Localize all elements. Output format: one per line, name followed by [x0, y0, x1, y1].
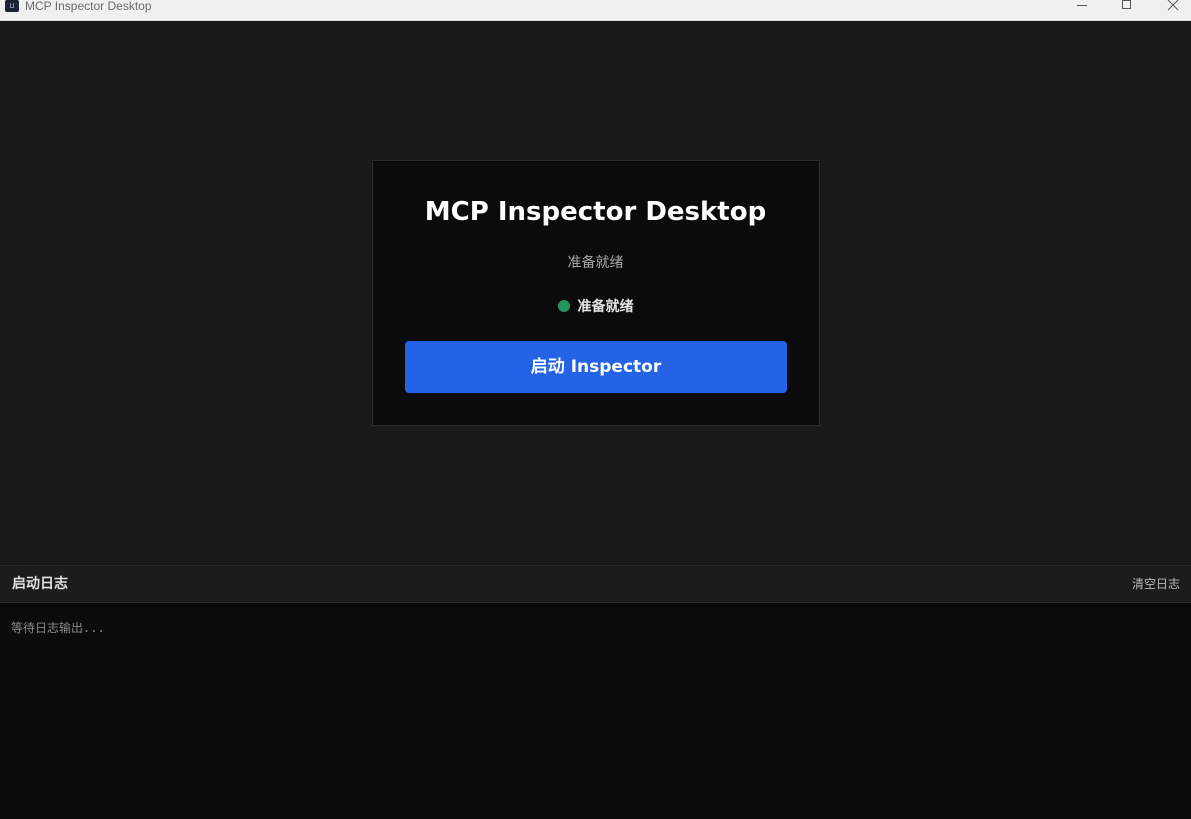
minimize-icon: [1077, 5, 1087, 6]
status-indicator: 准备就绪: [0, 297, 1191, 317]
clear-log-button[interactable]: 清空日志: [1132, 576, 1180, 592]
app-logo-icon: [5, 0, 19, 12]
log-placeholder: 等待日志输出...: [11, 621, 105, 635]
minimize-button[interactable]: [1059, 0, 1105, 20]
log-output[interactable]: 等待日志输出...: [0, 603, 1191, 819]
window-titlebar: MCP Inspector Desktop: [0, 0, 1191, 21]
window-title: MCP Inspector Desktop: [25, 0, 152, 13]
maximize-icon: [1122, 0, 1131, 9]
log-panel-header: 启动日志 清空日志: [0, 565, 1191, 603]
status-label: 准备就绪: [577, 299, 634, 315]
page-title: MCP Inspector Desktop: [424, 197, 767, 227]
status-dot-icon: [557, 300, 570, 312]
close-button[interactable]: [1150, 0, 1191, 20]
log-panel-title: 启动日志: [12, 576, 68, 592]
maximize-button[interactable]: [1104, 0, 1150, 20]
page-subtitle: 准备就绪: [567, 255, 624, 271]
close-icon: [1167, 0, 1179, 11]
start-inspector-button[interactable]: 启动 Inspector: [405, 341, 787, 393]
